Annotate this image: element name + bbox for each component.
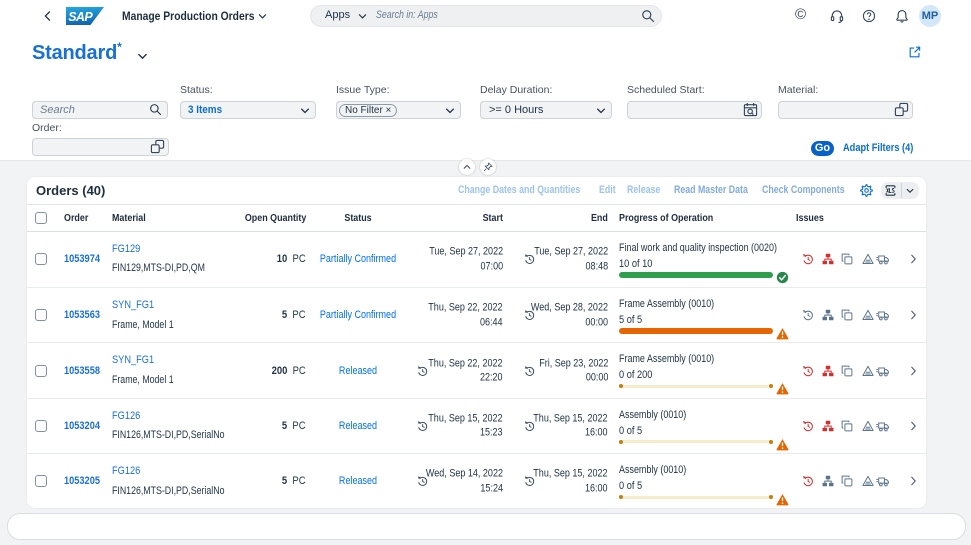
svg-text:SAP: SAP (68, 10, 93, 24)
